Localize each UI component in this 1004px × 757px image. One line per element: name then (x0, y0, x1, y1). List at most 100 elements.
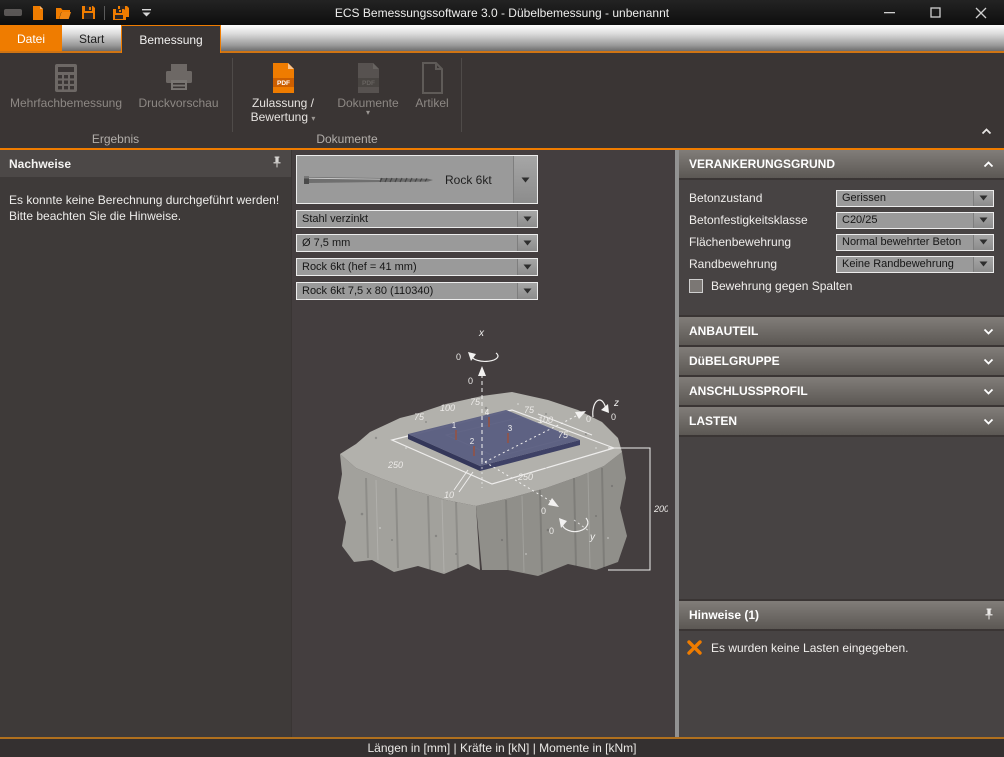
printer-icon (163, 63, 195, 93)
open-button[interactable] (54, 4, 72, 22)
status-bar: Längen in [mm] | Kräfte in [kN] | Moment… (0, 737, 1004, 757)
ribbon-group-dokumente: PDF Zulassung / Bewertung ▾ PDF Dokument… (234, 53, 460, 148)
svg-text:2: 2 (470, 437, 475, 446)
chevron-down-icon (973, 213, 993, 228)
minimize-icon (884, 7, 895, 18)
product-name: Rock 6kt (445, 173, 492, 187)
customize-arrow-icon (141, 7, 152, 18)
pin-icon (272, 156, 282, 168)
section-header-anbauteil[interactable]: ANBAUTEIL (679, 317, 1004, 345)
druckvorschau-button[interactable]: Druckvorschau (130, 56, 227, 128)
field-label-flaechenbewehrung: Flächenbewehrung (689, 235, 791, 249)
article-dropdown[interactable]: Rock 6kt 7,5 x 80 (110340) (296, 282, 538, 300)
save-button[interactable] (79, 4, 97, 22)
svg-text:PDF: PDF (277, 79, 290, 86)
tab-bemessung[interactable]: Bemessung (121, 25, 220, 53)
chevron-down-icon (983, 324, 994, 338)
nachweise-panel: Nachweise Es konnte keine Berechnung dur… (0, 150, 291, 737)
chevron-down-icon (973, 257, 993, 272)
ribbon-group-separator (232, 58, 233, 132)
chevron-down-icon (973, 191, 993, 206)
new-document-button[interactable] (29, 4, 47, 22)
tab-start[interactable]: Start (62, 25, 121, 53)
svg-text:y: y (589, 532, 596, 543)
ribbon-tab-strip: Datei Start Bemessung (0, 25, 1004, 53)
dokumente-button[interactable]: PDF Dokumente ▾ (330, 56, 406, 128)
pin-icon (984, 608, 994, 620)
diameter-dropdown[interactable]: Ø 7,5 mm (296, 234, 538, 252)
bewehrung-gegen-spalten-checkbox[interactable] (689, 279, 703, 293)
section-header-lasten[interactable]: LASTEN (679, 407, 1004, 435)
svg-text:0: 0 (611, 412, 616, 422)
betonfestigkeitsklasse-dropdown[interactable]: C20/25 (836, 212, 994, 229)
svg-text:75: 75 (558, 430, 569, 440)
artikel-button[interactable]: Artikel (406, 56, 458, 128)
minimize-button[interactable] (866, 0, 912, 25)
maximize-icon (930, 7, 941, 18)
close-button[interactable] (958, 0, 1004, 25)
close-icon (975, 7, 987, 19)
chevron-down-icon (983, 414, 994, 428)
svg-text:75: 75 (470, 397, 481, 407)
field-label-randbewehrung: Randbewehrung (689, 257, 777, 271)
svg-text:0: 0 (456, 352, 461, 362)
pdf-icon: PDF (270, 62, 297, 94)
svg-text:x: x (478, 328, 485, 339)
svg-text:0: 0 (586, 414, 591, 424)
save-all-button[interactable] (112, 4, 130, 22)
chevron-down-icon (517, 283, 537, 299)
pin-button[interactable] (984, 608, 994, 623)
chevron-up-icon (983, 157, 994, 171)
embedment-dropdown[interactable]: Rock 6kt (hef = 41 mm) (296, 258, 538, 276)
section-header-duebelgruppe[interactable]: DüBELGRUPPE (679, 347, 1004, 375)
svg-text:10: 10 (444, 490, 454, 500)
new-document-icon (31, 5, 45, 21)
calculator-icon (52, 63, 80, 93)
svg-text:4: 4 (485, 408, 490, 417)
randbewehrung-dropdown[interactable]: Keine Randbewehrung (836, 256, 994, 273)
material-dropdown[interactable]: Stahl verzinkt (296, 210, 538, 228)
ribbon: Mehrfachbemessung Druckvorschau Ergebnis (0, 53, 1004, 150)
collapse-ribbon-button[interactable] (981, 122, 992, 140)
mehrfachbemessung-button[interactable]: Mehrfachbemessung (2, 56, 130, 128)
svg-text:100: 100 (538, 415, 553, 425)
hinweise-body: Es wurden keine Lasten eingegeben. (679, 631, 1004, 737)
section-header-anschlussprofil[interactable]: ANSCHLUSSPROFIL (679, 377, 1004, 405)
hint-item: Es wurden keine Lasten eingegeben. (679, 631, 1004, 655)
customize-quick-access-button[interactable] (137, 4, 155, 22)
units-status-text: Längen in [mm] | Kräfte in [kN] | Moment… (368, 741, 637, 755)
group-label-dokumente: Dokumente (234, 132, 460, 146)
svg-text:200: 200 (653, 504, 668, 514)
chevron-down-icon (517, 211, 537, 227)
tab-datei[interactable]: Datei (0, 25, 62, 53)
chevron-down-icon (517, 235, 537, 251)
ribbon-group-separator (461, 58, 462, 132)
hinweise-header: Hinweise (1) (679, 601, 1004, 629)
open-folder-icon (55, 6, 72, 20)
svg-text:0: 0 (541, 506, 546, 516)
3d-model-viewport[interactable]: 1 2 3 4 x z y 0 (296, 318, 668, 618)
flaechenbewehrung-dropdown[interactable]: Normal bewehrter Beton (836, 234, 994, 251)
maximize-button[interactable] (912, 0, 958, 25)
product-selector[interactable]: Rock 6kt (296, 155, 538, 204)
nachweise-title: Nachweise (9, 157, 71, 171)
zulassung-bewertung-button[interactable]: PDF Zulassung / Bewertung ▾ (236, 56, 330, 128)
svg-text:100: 100 (440, 403, 455, 413)
chevron-down-icon (513, 156, 537, 203)
group-label-ergebnis: Ergebnis (0, 132, 231, 146)
save-icon (81, 5, 96, 20)
chevron-up-icon (981, 128, 992, 135)
title-bar: ECS Bemessungssoftware 3.0 - Dübelbemess… (0, 0, 1004, 25)
checkbox-label: Bewehrung gegen Spalten (711, 279, 852, 293)
svg-text:0: 0 (468, 376, 473, 386)
quick-access-toolbar (0, 0, 155, 25)
betonzustand-dropdown[interactable]: Gerissen (836, 190, 994, 207)
save-all-icon (112, 5, 130, 21)
pin-button[interactable] (272, 156, 282, 171)
section-header-verankerungsgrund[interactable]: VERANKERUNGSGRUND (679, 150, 1004, 178)
pdf-icon: PDF (355, 62, 382, 94)
svg-text:3: 3 (508, 424, 513, 433)
chevron-down-icon (983, 384, 994, 398)
ribbon-group-ergebnis: Mehrfachbemessung Druckvorschau Ergebnis (0, 53, 231, 148)
svg-text:PDF: PDF (362, 79, 375, 86)
